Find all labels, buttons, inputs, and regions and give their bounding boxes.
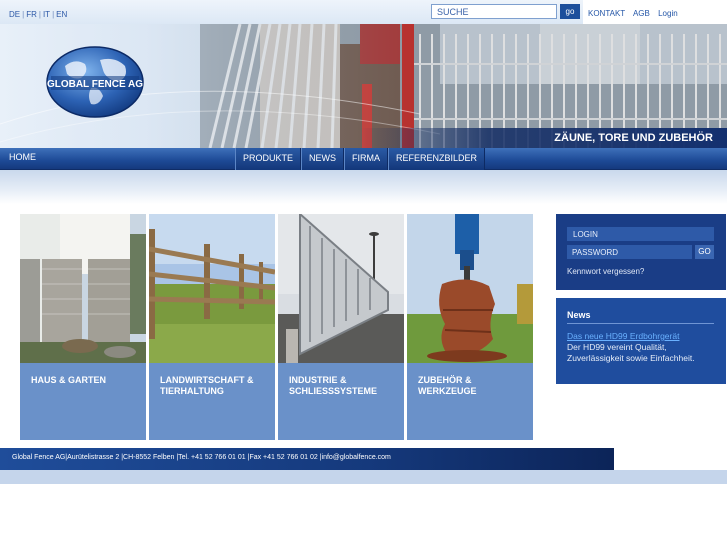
nav-item-referenzbilder[interactable]: REFERENZBILDER <box>388 148 486 170</box>
nav-home[interactable]: HOME <box>9 152 36 162</box>
login-password-field[interactable] <box>567 245 692 259</box>
category-industrie-schliesssysteme[interactable]: INDUSTRIE & SCHLIESSSYSTEME <box>278 214 404 440</box>
header-slogan: ZÄUNE, TORE UND ZUBEHÖR <box>554 132 713 144</box>
category-label-box[interactable]: LANDWIRTSCHAFT & TIERHALTUNG <box>149 363 275 440</box>
footer-bar: Global Fence AG|Aurütelistrasse 2 |CH-85… <box>0 448 614 470</box>
category-label: LANDWIRTSCHAFT & TIERHALTUNG <box>160 375 254 396</box>
nav-menu: PRODUKTE NEWS FIRMA REFERENZBILDER <box>235 148 486 170</box>
nav-item-news[interactable]: NEWS <box>301 148 345 170</box>
category-label-box[interactable]: INDUSTRIE & SCHLIESSSYSTEME <box>278 363 404 440</box>
forgot-password-link[interactable]: Kennwort vergessen? <box>567 267 644 276</box>
nav-item-firma[interactable]: FIRMA <box>344 148 389 170</box>
search-input[interactable] <box>431 4 557 19</box>
login-link[interactable]: Login <box>658 9 678 18</box>
category-label-box[interactable]: HAUS & GARTEN <box>20 363 146 440</box>
category-photo-earth-drill[interactable] <box>407 214 533 363</box>
category-landwirtschaft-tierhaltung[interactable]: LANDWIRTSCHAFT & TIERHALTUNG <box>149 214 275 440</box>
lang-de[interactable]: DE <box>9 10 20 19</box>
search-go-button[interactable]: go <box>560 4 580 19</box>
lang-en[interactable]: EN <box>56 10 67 19</box>
category-label: ZUBEHÖR & WERKZEUGE <box>418 375 477 396</box>
login-go-button[interactable]: GO <box>695 245 714 259</box>
footer-address: Global Fence AG|Aurütelistrasse 2 |CH-85… <box>12 454 391 461</box>
language-switcher: DE | FR | IT | EN <box>9 10 67 19</box>
lang-it[interactable]: IT <box>43 10 50 19</box>
lang-separator: | <box>22 10 25 19</box>
logo-text: GLOBAL FENCE AG <box>47 79 143 90</box>
news-item-text: Der HD99 vereint Qualität, Zuverlässigke… <box>567 342 695 363</box>
top-links: KONTAKT AGB Login <box>583 0 727 24</box>
nav-shadow-band <box>0 170 727 204</box>
agb-link[interactable]: AGB <box>633 9 650 18</box>
main-navigation: HOME PRODUKTE NEWS FIRMA REFERENZBILDER <box>0 148 727 170</box>
category-label-box[interactable]: ZUBEHÖR & WERKZEUGE <box>407 363 533 440</box>
kontakt-link[interactable]: KONTAKT <box>588 9 625 18</box>
category-haus-garten[interactable]: HAUS & GARTEN <box>20 214 146 440</box>
news-heading: News <box>567 310 591 320</box>
category-photo-gabion-wall[interactable] <box>20 214 146 363</box>
header-banner: GLOBAL FENCE AG ZÄUNE, TORE UND ZUBEHÖR <box>0 24 727 148</box>
category-photo-sliding-gate[interactable] <box>278 214 404 363</box>
nav-item-produkte[interactable]: PRODUKTE <box>235 148 302 170</box>
news-item-link[interactable]: Das neue HD99 Erdbohrgerät <box>567 331 679 341</box>
news-panel: News Das neue HD99 Erdbohrgerät Der HD99… <box>556 298 726 384</box>
category-zubehoer-werkzeuge[interactable]: ZUBEHÖR & WERKZEUGE <box>407 214 533 440</box>
lang-fr[interactable]: FR <box>26 10 37 19</box>
top-bar: DE|FR|IT|EN go KONTAKT AGB Login <box>0 0 727 24</box>
category-photo-wooden-fence[interactable] <box>149 214 275 363</box>
news-divider <box>567 323 714 324</box>
category-label: INDUSTRIE & SCHLIESSSYSTEME <box>289 375 378 396</box>
lang-separator: | <box>52 10 55 19</box>
lang-separator: | <box>38 10 41 19</box>
global-fence-logo[interactable]: GLOBAL FENCE AG <box>45 44 145 120</box>
login-username-field[interactable] <box>567 227 714 241</box>
login-panel: GO Kennwort vergessen? <box>556 214 726 290</box>
slogan-bar: ZÄUNE, TORE UND ZUBEHÖR <box>360 128 727 148</box>
category-label: HAUS & GARTEN <box>31 375 107 385</box>
bottom-band <box>0 470 727 484</box>
